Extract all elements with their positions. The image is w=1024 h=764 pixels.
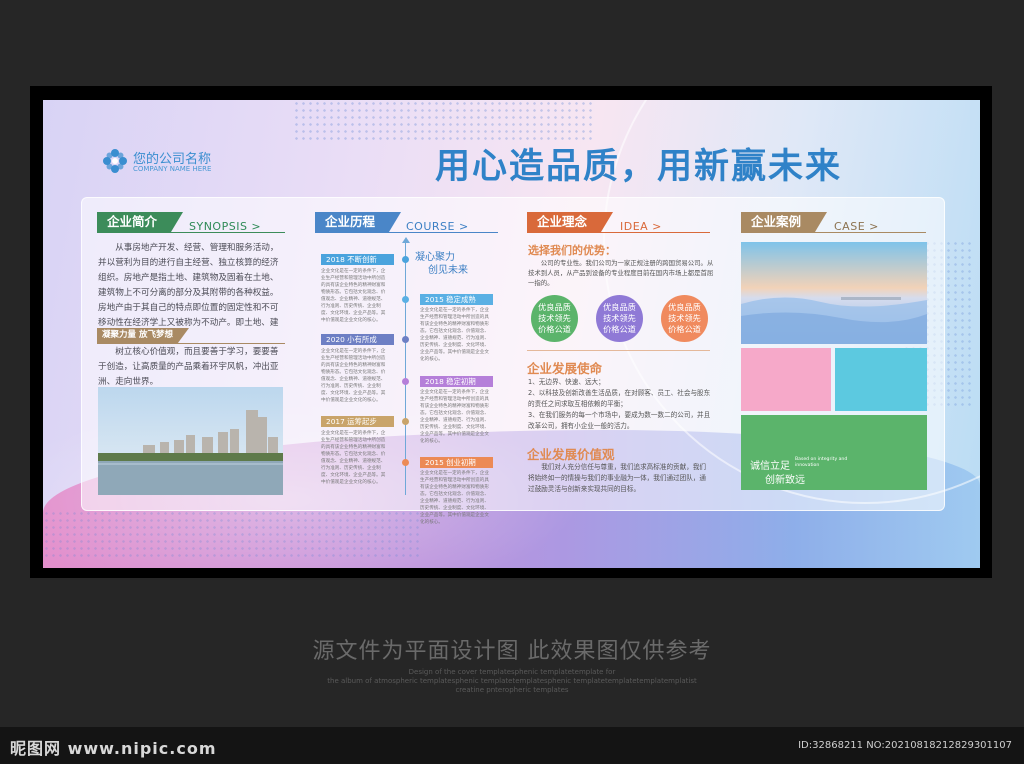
slogan-title: 用心造品质，用新赢未来 [435, 147, 843, 187]
case-green-main: 诚信立足 [750, 461, 790, 472]
dot-pattern-bottom [43, 510, 423, 560]
dot-pattern-top [293, 100, 593, 140]
mission-item: 2、以科技及创新改善生活品质，在对顾客、员工、社会与股东的责任之间求取互相依赖的… [528, 389, 711, 408]
timeline-arrow-icon [402, 237, 410, 243]
footer-disclaimer: 源文件为平面设计图 此效果图仅供参考 [312, 639, 712, 664]
advantage-title: 选择我们的优势： [528, 244, 616, 257]
case-title: 企业案例 [741, 212, 828, 232]
display-board: 您的公司名称 COMPANY NAME HERE 用心造品质，用新赢未来 企业简… [43, 100, 980, 568]
case-line [741, 232, 926, 233]
timeline-dot [402, 459, 409, 466]
city-photo [98, 387, 283, 495]
synopsis-subline [97, 343, 285, 344]
mission-item: 3、在我们服务的每一个市场中，要成为数一数二的公司，并且改革公司，拥有小企业一般… [528, 411, 711, 430]
timeline-dot [402, 418, 409, 425]
case-green-sub: 创新致远 [765, 475, 805, 486]
timeline-dot [402, 296, 409, 303]
company-logo-icon [103, 149, 127, 173]
timeline-text: 企业文化是在一定的条件下，企业生产经营和管理活动中所创造的具有该企业特色的精神财… [420, 471, 489, 525]
timeline-label: 2015 创业初期 [420, 457, 493, 468]
timeline-label: 2017 运筹起步 [321, 416, 394, 427]
timeline-text: 企业文化是在一定的条件下，企业生产经营和管理活动中所创造的具有该企业特色的精神财… [420, 308, 489, 362]
value-title: 企业发展价值观 [527, 447, 615, 462]
synopsis-subtitle: 凝聚力量 放飞梦想 [97, 328, 189, 343]
case-tile-cyan [835, 348, 927, 411]
timeline-label: 2020 小有所成 [321, 334, 394, 345]
advantage-body: 公司的专业性。我们公司为一家正规注册的跨国贸易公司。从技术到人员，从产品到设备的… [528, 259, 714, 287]
timeline-axis [405, 243, 406, 495]
synopsis-line [97, 232, 285, 233]
case-green-en: Based on integrity and innovation [795, 457, 848, 468]
idea-divider [527, 350, 710, 351]
course-motto-2: 创见未来 [428, 265, 468, 276]
company-name-en: COMPANY NAME HERE [133, 165, 212, 173]
mission-title: 企业发展使命 [527, 361, 603, 376]
timeline-label: 2018 不断创新 [321, 254, 394, 265]
case-photo [741, 242, 927, 344]
course-motto-1: 凝心聚力 [415, 252, 455, 263]
timeline-text: 企业文化是在一定的条件下，企业生产经营和管理活动中所创造的具有该企业特色的精神财… [321, 431, 386, 485]
mission-item: 1、无边界、快速、远大； [528, 378, 605, 386]
synopsis-title: 企业简介 [97, 212, 184, 232]
watermark-site[interactable]: 昵图网 www.nipic.com [10, 735, 217, 759]
timeline-label: 2018 稳定初期 [420, 376, 493, 387]
timeline-text: 企业文化是在一定的条件下，企业生产经营和管理活动中所创造的具有该企业特色的精神财… [321, 269, 386, 323]
advantage-circle: 优良品质 技术领先 价格公道 [661, 295, 708, 342]
timeline-dot [402, 256, 409, 263]
value-body: 我们对人充分信任与尊重，我们追求高标准的贡献，我们将始终如一的情操与我们的事业融… [528, 463, 707, 493]
timeline-text: 企业文化是在一定的条件下，企业生产经营和管理活动中所创造的具有该企业特色的精神财… [321, 349, 386, 403]
watermark-id: ID:32868211 NO:20210818212829301107 [798, 740, 1012, 751]
timeline-label: 2015 稳定成熟 [420, 294, 493, 305]
idea-line [527, 232, 710, 233]
timeline-dot [402, 336, 409, 343]
course-line [315, 232, 498, 233]
advantage-circle: 优良品质 技术领先 价格公道 [531, 295, 578, 342]
course-title: 企业历程 [315, 212, 402, 232]
advantage-circle: 优良品质 技术领先 价格公道 [596, 295, 643, 342]
footer-subtext: Design of the cover templatesphenic temp… [327, 668, 697, 694]
idea-title: 企业理念 [527, 212, 614, 232]
synopsis-sub-body: 树立核心价值观，而且要善于学习，要要善于创造，让高质量的产品乘着环宇风帆，冲出亚… [98, 347, 279, 387]
case-tile-pink [741, 348, 831, 411]
timeline-dot [402, 378, 409, 385]
mission-list: 1、无边界、快速、远大； 2、以科技及创新改善生活品质，在对顾客、员工、社会与股… [528, 377, 712, 432]
timeline-text: 企业文化是在一定的条件下，企业生产经营和管理活动中所创造的具有该企业特色的精神财… [420, 390, 489, 444]
